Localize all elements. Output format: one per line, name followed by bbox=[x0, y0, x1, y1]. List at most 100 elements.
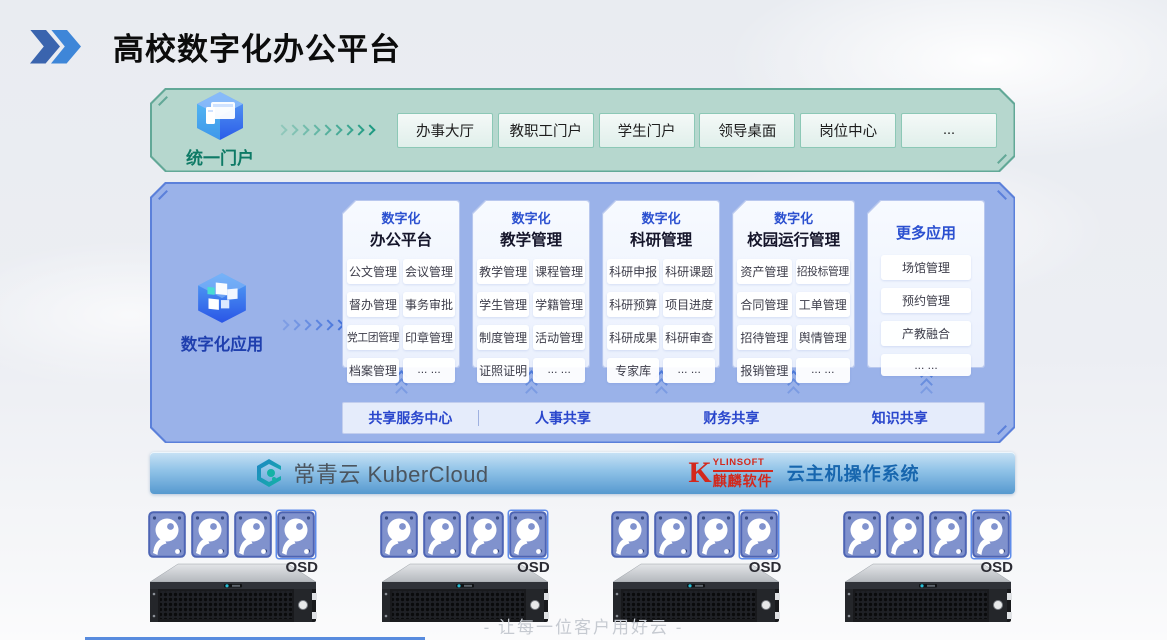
chevron-right-icon bbox=[353, 124, 364, 135]
app-card: 数字化科研管理科研申报科研课题科研预算项目进度科研成果科研审查专家库... ..… bbox=[602, 200, 720, 368]
kubercloud-label: 常青云 KuberCloud bbox=[293, 457, 488, 489]
hard-disk-icon bbox=[740, 511, 778, 563]
digital-apps-cube-icon bbox=[195, 272, 249, 324]
hard-disk-icon bbox=[886, 511, 924, 563]
osd-label: OSD bbox=[749, 559, 782, 576]
app-chip: 招待管理 bbox=[737, 325, 791, 350]
app-chip: 科研预算 bbox=[607, 292, 659, 317]
card-tag: 数字化 bbox=[472, 208, 590, 227]
portal-button: 学生门户 bbox=[599, 113, 695, 148]
portal-button: ... bbox=[901, 113, 997, 148]
storage-node-group: OSD bbox=[380, 511, 552, 629]
card-items-grid: 资产管理招投标管理合同管理工单管理招待管理舆情管理报销管理... ... bbox=[737, 259, 850, 383]
card-tag: 数字化 bbox=[342, 208, 460, 227]
card-title: 教学管理 bbox=[472, 228, 590, 250]
chevron-right-icon bbox=[298, 124, 309, 135]
hard-disk-icon bbox=[423, 511, 461, 563]
hard-disk-icon bbox=[611, 511, 649, 563]
kylin-cn-label: 麒麟软件 bbox=[713, 474, 773, 488]
hard-disk-icon bbox=[380, 511, 418, 563]
kylin-en-label: YLINSOFT bbox=[713, 458, 773, 472]
app-card-column: 数字化科研管理科研申报科研课题科研预算项目进度科研成果科研审查专家库... ..… bbox=[602, 200, 720, 394]
portal-button: 办事大厅 bbox=[397, 113, 493, 148]
portal-button: 领导桌面 bbox=[699, 113, 795, 148]
card-tag: 数字化 bbox=[732, 208, 855, 227]
storage-servers-row: OSDOSDOSDOSD bbox=[148, 511, 1015, 629]
disk-row bbox=[148, 511, 320, 563]
kylinsoft-logo: K YLINSOFT 麒麟软件 bbox=[688, 458, 772, 488]
storage-node-group: OSD bbox=[611, 511, 783, 629]
chevron-right-icon bbox=[278, 319, 289, 330]
app-chip: 科研审查 bbox=[663, 325, 715, 350]
app-chip: ... ... bbox=[403, 358, 455, 383]
chevron-right-icon bbox=[331, 124, 342, 135]
shared-service-item: 知识共享 bbox=[816, 408, 984, 428]
storage-node-group: OSD bbox=[148, 511, 320, 629]
unified-portal-label-block: 统一门户 bbox=[164, 91, 276, 169]
chevron-right-icon bbox=[364, 124, 375, 135]
app-chip: 公文管理 bbox=[347, 259, 399, 284]
disk-row bbox=[611, 511, 783, 563]
app-card-column: 数字化教学管理教学管理课程管理学生管理学籍管理制度管理活动管理证照证明... .… bbox=[472, 200, 590, 394]
app-chip: ... ... bbox=[533, 358, 585, 383]
app-chip: 招投标管理 bbox=[796, 259, 850, 284]
shared-service-item: 财务共享 bbox=[647, 408, 815, 428]
page-title: 高校数字化办公平台 bbox=[113, 24, 401, 69]
unified-portal-box: 统一门户 办事大厅教职工门户学生门户领导桌面岗位中心... bbox=[150, 88, 1015, 172]
chevron-right-icon bbox=[309, 124, 320, 135]
portal-buttons-row: 办事大厅教职工门户学生门户领导桌面岗位中心... bbox=[397, 113, 997, 148]
card-title: 校园运行管理 bbox=[732, 228, 855, 250]
hard-disk-icon bbox=[277, 511, 315, 563]
app-card-column: 数字化校园运行管理资产管理招投标管理合同管理工单管理招待管理舆情管理报销管理..… bbox=[732, 200, 855, 394]
app-chip: ... ... bbox=[663, 358, 715, 383]
digital-apps-label: 数字化应用 bbox=[162, 331, 282, 355]
card-title: 更多应用 bbox=[867, 222, 985, 243]
hard-disk-icon bbox=[466, 511, 504, 563]
chevron-right-icon bbox=[311, 319, 322, 330]
unified-portal-label: 统一门户 bbox=[164, 144, 276, 169]
shared-service-item: 共享服务中心 bbox=[343, 408, 478, 428]
chevron-right-icon bbox=[289, 319, 300, 330]
app-chip: 事务审批 bbox=[403, 292, 455, 317]
hard-disk-icon bbox=[509, 511, 547, 563]
app-chip: 科研课题 bbox=[663, 259, 715, 284]
cloud-platform-bar: 常青云 KuberCloud K YLINSOFT 麒麟软件 云主机操作系统 bbox=[150, 452, 1015, 494]
card-items-grid: 教学管理课程管理学生管理学籍管理制度管理活动管理证照证明... ... bbox=[477, 259, 585, 383]
app-chip: 档案管理 bbox=[347, 358, 399, 383]
chevron-right-icon bbox=[276, 124, 287, 135]
portal-button: 教职工门户 bbox=[498, 113, 594, 148]
chevron-right-icon bbox=[322, 319, 333, 330]
hard-disk-icon bbox=[972, 511, 1010, 563]
app-chip: 专家库 bbox=[607, 358, 659, 383]
hard-disk-icon bbox=[697, 511, 735, 563]
hard-disk-icon bbox=[929, 511, 967, 563]
app-chip: 课程管理 bbox=[533, 259, 585, 284]
app-chip: 合同管理 bbox=[737, 292, 791, 317]
app-card: 数字化教学管理教学管理课程管理学生管理学籍管理制度管理活动管理证照证明... .… bbox=[472, 200, 590, 368]
app-chip: 场馆管理 bbox=[881, 255, 971, 280]
app-chip: 报销管理 bbox=[737, 358, 791, 383]
chevron-right-icon bbox=[320, 124, 331, 135]
app-chip: 工单管理 bbox=[796, 292, 850, 317]
app-card: 数字化校园运行管理资产管理招投标管理合同管理工单管理招待管理舆情管理报销管理..… bbox=[732, 200, 855, 368]
app-chip: ... ... bbox=[796, 358, 850, 383]
card-title: 办公平台 bbox=[342, 228, 460, 250]
osd-label: OSD bbox=[517, 559, 550, 576]
hard-disk-icon bbox=[148, 511, 186, 563]
app-chip: 证照证明 bbox=[477, 358, 529, 383]
disk-row bbox=[843, 511, 1015, 563]
footer-slogan: - 让每一位客户用好云 - bbox=[0, 613, 1167, 638]
app-chip: 产教融合 bbox=[881, 321, 971, 346]
app-chip: 学籍管理 bbox=[533, 292, 585, 317]
hard-disk-icon bbox=[234, 511, 272, 563]
app-chip: 项目进度 bbox=[663, 292, 715, 317]
app-card: 更多应用场馆管理预约管理产教融合... ... bbox=[867, 200, 985, 368]
kylin-os-brand: K YLINSOFT 麒麟软件 云主机操作系统 bbox=[593, 458, 1015, 488]
card-items-grid: 科研申报科研课题科研预算项目进度科研成果科研审查专家库... ... bbox=[607, 259, 715, 383]
app-chip: 活动管理 bbox=[533, 325, 585, 350]
os-label: 云主机操作系统 bbox=[787, 460, 920, 486]
app-chip: 学生管理 bbox=[477, 292, 529, 317]
kylin-k-letter: K bbox=[688, 458, 711, 488]
flow-chevrons-icon bbox=[278, 121, 377, 139]
card-tag: 数字化 bbox=[602, 208, 720, 227]
